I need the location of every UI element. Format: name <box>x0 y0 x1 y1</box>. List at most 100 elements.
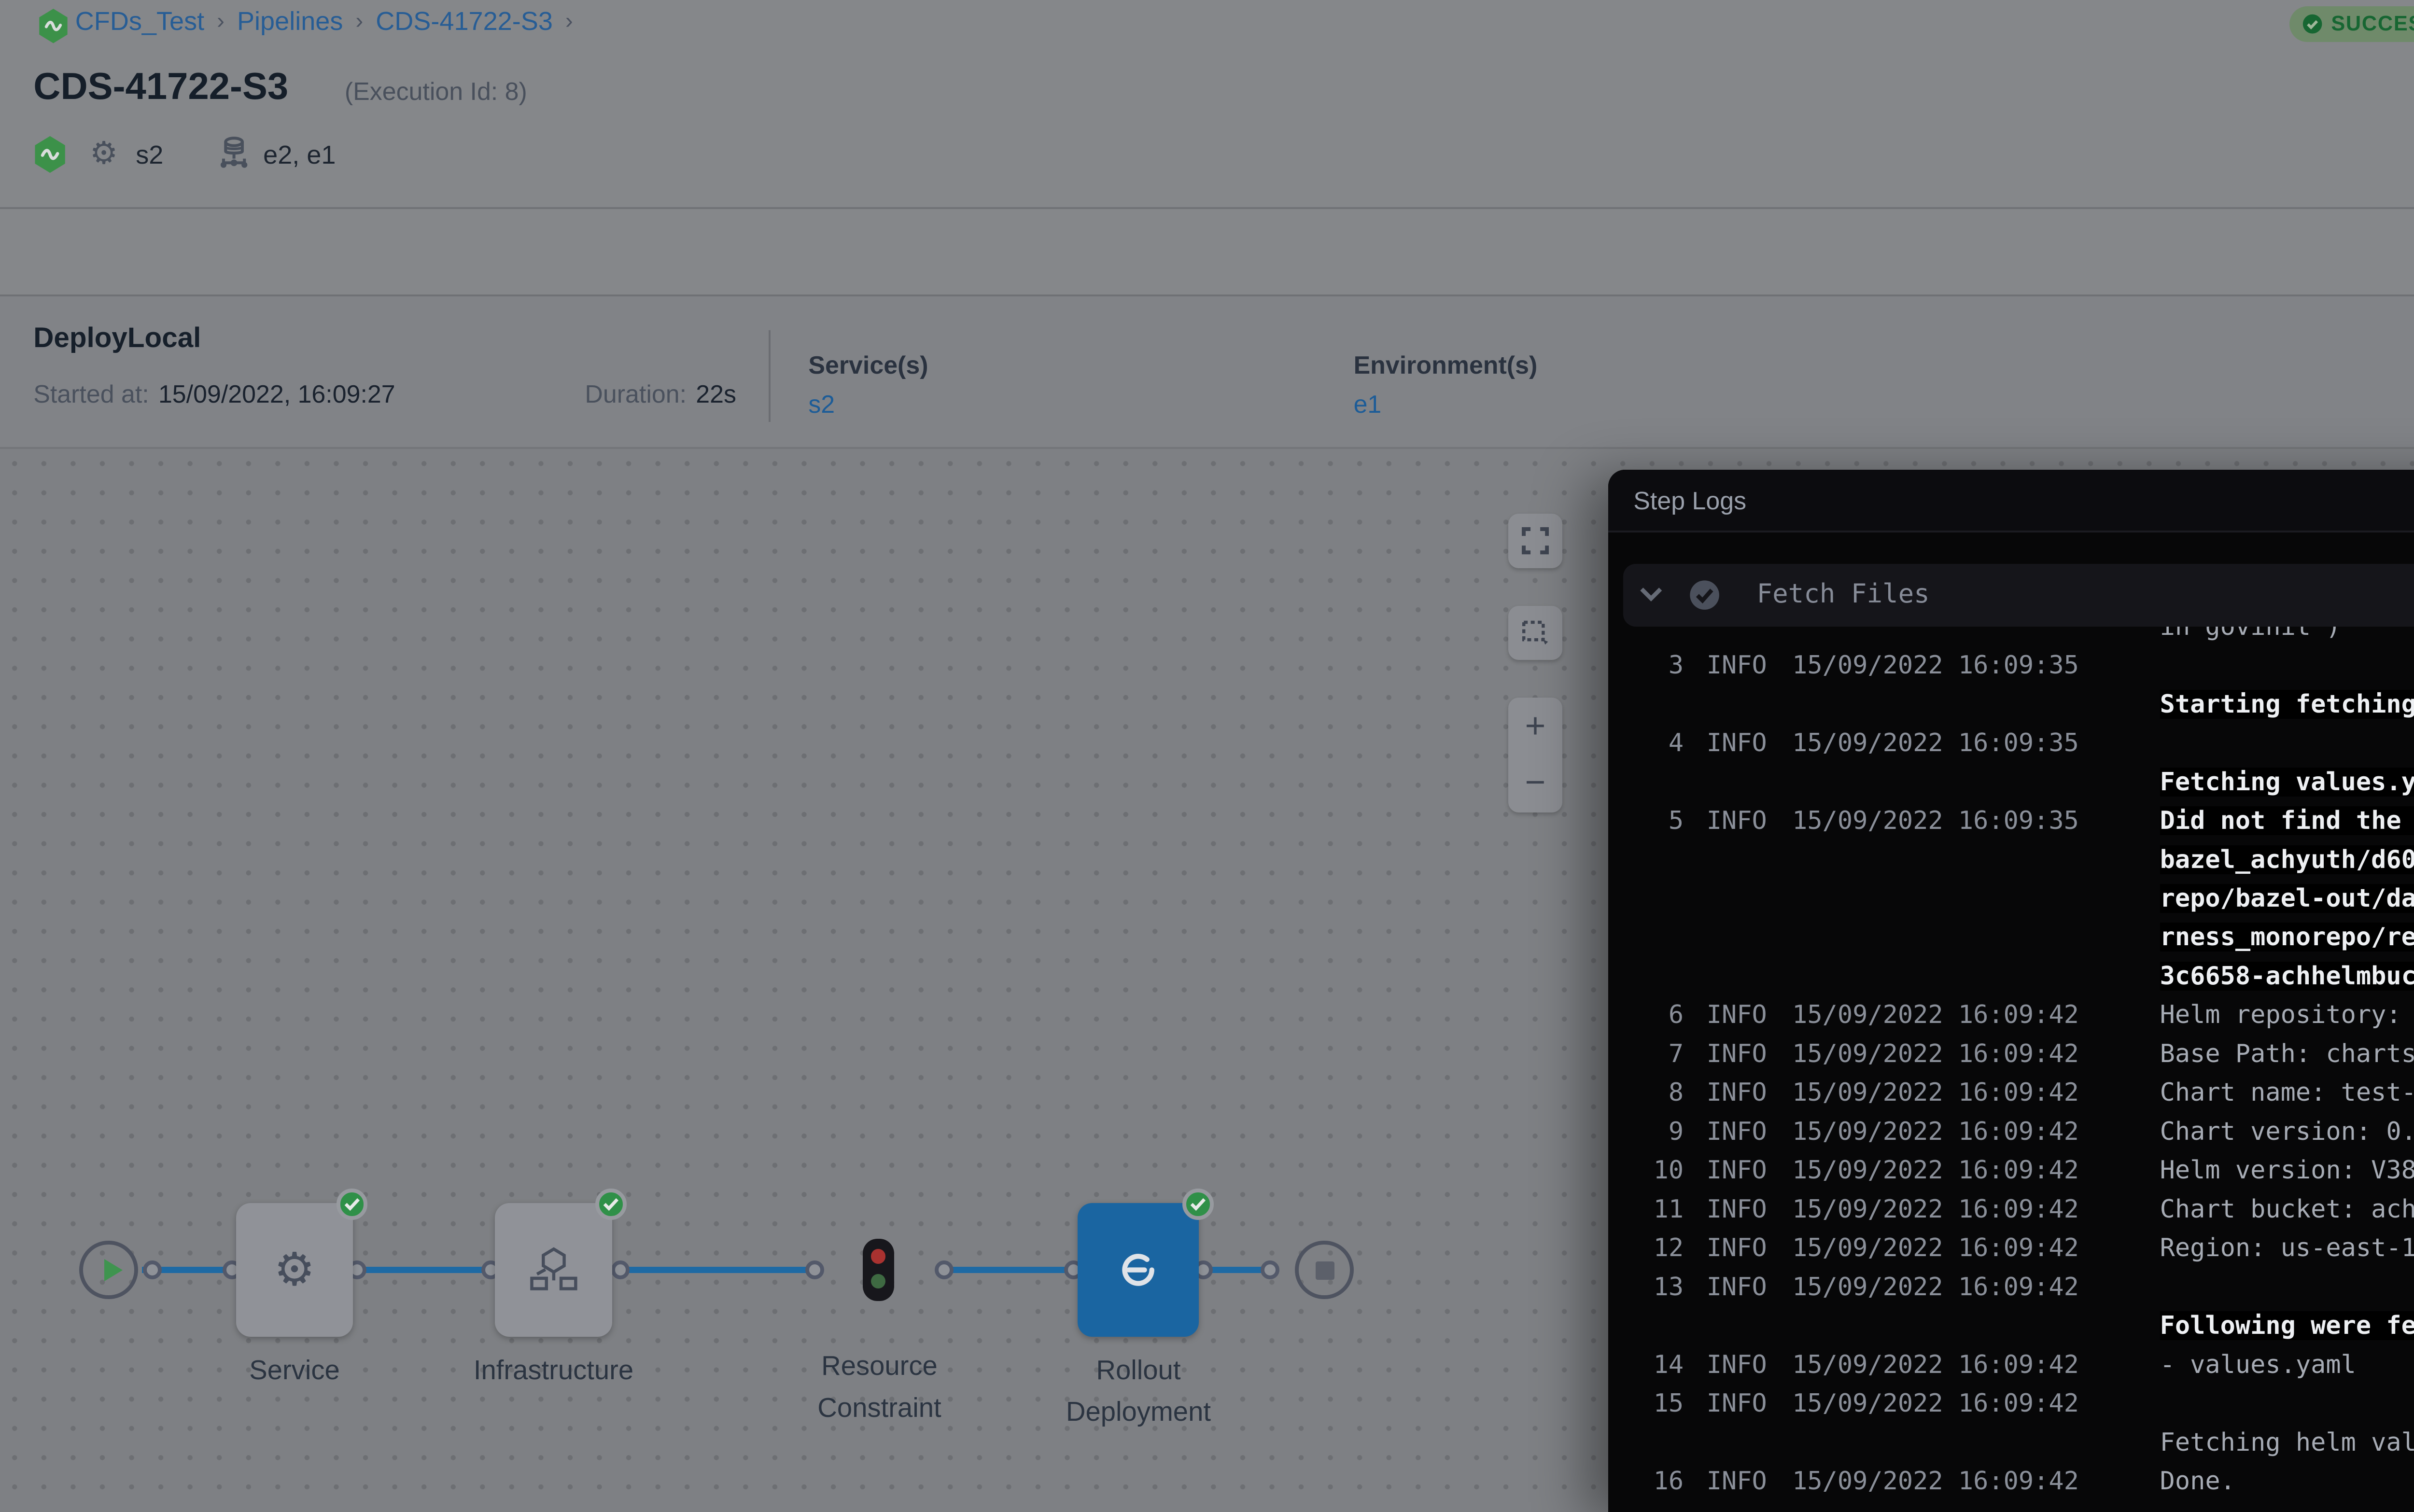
log-timestamp: 15/09/2022 16:09:42 <box>1792 1345 2079 1384</box>
service-gear-icon: ⚙ <box>274 1247 315 1293</box>
traffic-green-light <box>871 1274 885 1288</box>
log-line-number: 9 <box>1633 1112 1684 1151</box>
log-level: INFO <box>1707 801 1767 840</box>
log-row: 8INFO15/09/2022 16:09:42Chart name: test… <box>1608 1073 2414 1112</box>
started-at-value: 15/09/2022, 16:09:27 <box>158 380 395 408</box>
log-row: 16INFO15/09/2022 16:09:42Done. <box>1608 1462 2414 1500</box>
node-port <box>1261 1260 1279 1279</box>
log-message: Chart version: 0.1.0 <box>2160 1112 2414 1151</box>
log-timestamp: 15/09/2022 16:09:42 <box>1792 1035 2079 1073</box>
log-message: in govinit ) <box>2160 627 2414 646</box>
log-timestamp: 15/09/2022 16:09:42 <box>1792 1112 2079 1151</box>
cd-module-icon <box>33 136 67 173</box>
zoom-out-button[interactable]: − <box>1508 755 1562 812</box>
log-message: - values.yaml <box>2160 1345 2414 1384</box>
log-message: Chart name: test-chart <box>2160 1073 2414 1112</box>
chevron-down-icon[interactable] <box>1640 587 1663 602</box>
log-row: 15INFO15/09/2022 16:09:42 Fetching helm … <box>1608 1384 2414 1462</box>
duration-label: Duration: <box>585 380 687 408</box>
traffic-red-light <box>871 1249 885 1263</box>
step-success-check-icon <box>1688 578 1721 612</box>
start-node[interactable] <box>79 1241 138 1299</box>
node-label-rollout-deployment: Rollout Deployment <box>1066 1349 1211 1433</box>
log-line-number: 14 <box>1633 1345 1684 1384</box>
log-row: 6INFO15/09/2022 16:09:42Helm repository:… <box>1608 995 2414 1034</box>
log-line-number: 15 <box>1633 1384 1684 1423</box>
log-message: Did not find the chart and version in lo… <box>2160 801 2414 995</box>
stage-name: DeployLocal <box>33 322 201 354</box>
log-level: INFO <box>1707 1112 1767 1151</box>
log-row: 9 INFO 15/09/2022 16:09:42 Chart version: 0… <box>1608 1112 2414 1151</box>
service-tag: s2 <box>136 140 163 170</box>
log-level: INFO <box>1707 1345 1767 1384</box>
log-level: INFO <box>1707 995 1767 1034</box>
breadcrumb-separator: › <box>217 8 225 34</box>
log-line-number: 11 <box>1633 1190 1684 1229</box>
breadcrumb: CFDs_Test › Pipelines › CDS-41722-S3 › <box>75 6 573 36</box>
log-row: 5 INFO 15/09/2022 16:09:35 Did not find the… <box>1608 801 2414 995</box>
log-level: INFO <box>1707 1190 1767 1229</box>
log-line-number: 5 <box>1633 801 1684 840</box>
infrastructure-icon <box>529 1247 579 1293</box>
environment-icon <box>217 136 251 171</box>
log-level: INFO <box>1707 1229 1767 1267</box>
node-port <box>143 1260 162 1279</box>
log-timestamp: 15/09/2022 16:09:42 <box>1792 1190 2079 1229</box>
log-message: Following were fetched successfully : <box>2160 1268 2414 1345</box>
log-level: INFO <box>1707 1268 1767 1306</box>
log-timestamp: 15/09/2022 16:09:42 <box>1792 1151 2079 1190</box>
success-check-icon <box>337 1189 368 1220</box>
node-resource-constraint[interactable] <box>863 1239 894 1302</box>
log-line-number: 8 <box>1633 1073 1684 1112</box>
success-check-icon <box>1182 1189 1214 1220</box>
node-service[interactable]: ⚙ <box>236 1203 353 1337</box>
environments-tag: e2, e1 <box>263 140 336 170</box>
page-title: CDS-41722-S3 <box>33 65 288 108</box>
stop-icon <box>1316 1261 1334 1280</box>
log-level: INFO <box>1707 1384 1767 1423</box>
log-timestamp: 15/09/2022 16:09:35 <box>1792 801 2079 840</box>
log-line-number: 4 <box>1633 724 1684 762</box>
duration-value: 22s <box>696 380 736 408</box>
breadcrumb-project-link[interactable]: CFDs_Test <box>75 6 204 36</box>
fullscreen-canvas-button[interactable] <box>1508 514 1562 568</box>
log-line-number: 16 <box>1633 1462 1684 1500</box>
selection-tool-button[interactable] <box>1508 606 1562 660</box>
end-node[interactable] <box>1295 1241 1353 1299</box>
log-row: 11 INFO 15/09/2022 16:09:42 Chart bucket: a… <box>1608 1190 2414 1229</box>
node-label-infrastructure: Infrastructure <box>474 1349 633 1391</box>
log-level: INFO <box>1707 646 1767 685</box>
node-infrastructure[interactable] <box>495 1203 612 1337</box>
step-logs-drawer: Step Logs Console View Fetch Files 9s <box>1608 470 2414 1512</box>
environment-link[interactable]: e1 <box>1354 390 1538 419</box>
breadcrumb-pipelines-link[interactable]: Pipelines <box>237 6 343 36</box>
status-badge: SUCCESS <box>2289 6 2414 42</box>
service-link[interactable]: s2 <box>808 390 928 419</box>
log-line-number: 12 <box>1633 1229 1684 1267</box>
log-timestamp: 15/09/2022 16:09:35 <box>1792 724 2079 762</box>
node-rollout-deployment[interactable] <box>1078 1203 1199 1337</box>
log-timestamp: 15/09/2022 16:09:42 <box>1792 1462 2079 1500</box>
log-message: Chart bucket: achhelmbucket <box>2160 1190 2414 1229</box>
log-message: Done. <box>2160 1462 2414 1500</box>
log-message: Helm version: V380 <box>2160 1151 2414 1190</box>
breadcrumb-pipeline-link[interactable]: CDS-41722-S3 <box>376 6 553 36</box>
log-line-number: 3 <box>1633 646 1684 685</box>
step-name: Fetch Files <box>1757 578 1930 609</box>
connector-line <box>365 1267 482 1273</box>
execution-id: (Execution Id: 8) <box>345 77 527 106</box>
service-gear-icon: ⚙ <box>90 138 118 169</box>
node-label-resource-constraint: Resource Constraint <box>817 1345 941 1428</box>
log-viewport[interactable]: in govinit ) 3INFO15/09/2022 16:09:35 St… <box>1608 627 2414 1512</box>
log-message: Region: us-east-1 <box>2160 1229 2414 1267</box>
log-level: INFO <box>1707 1073 1767 1112</box>
node-port <box>805 1260 824 1279</box>
zoom-in-button[interactable]: + <box>1508 699 1562 755</box>
tab-bar: Pipeline Inputs Console View <box>0 211 2414 296</box>
step-group-fetch-files[interactable]: Fetch Files 9s <box>1623 564 2414 627</box>
log-timestamp: 15/09/2022 16:09:42 <box>1792 995 2079 1034</box>
log-message: Fetching values.yaml from helm chart rep… <box>2160 724 2414 801</box>
log-timestamp: 15/09/2022 16:09:42 <box>1792 1268 2079 1306</box>
breadcrumb-separator: › <box>355 8 363 34</box>
started-at-label: Started at: <box>33 380 149 408</box>
